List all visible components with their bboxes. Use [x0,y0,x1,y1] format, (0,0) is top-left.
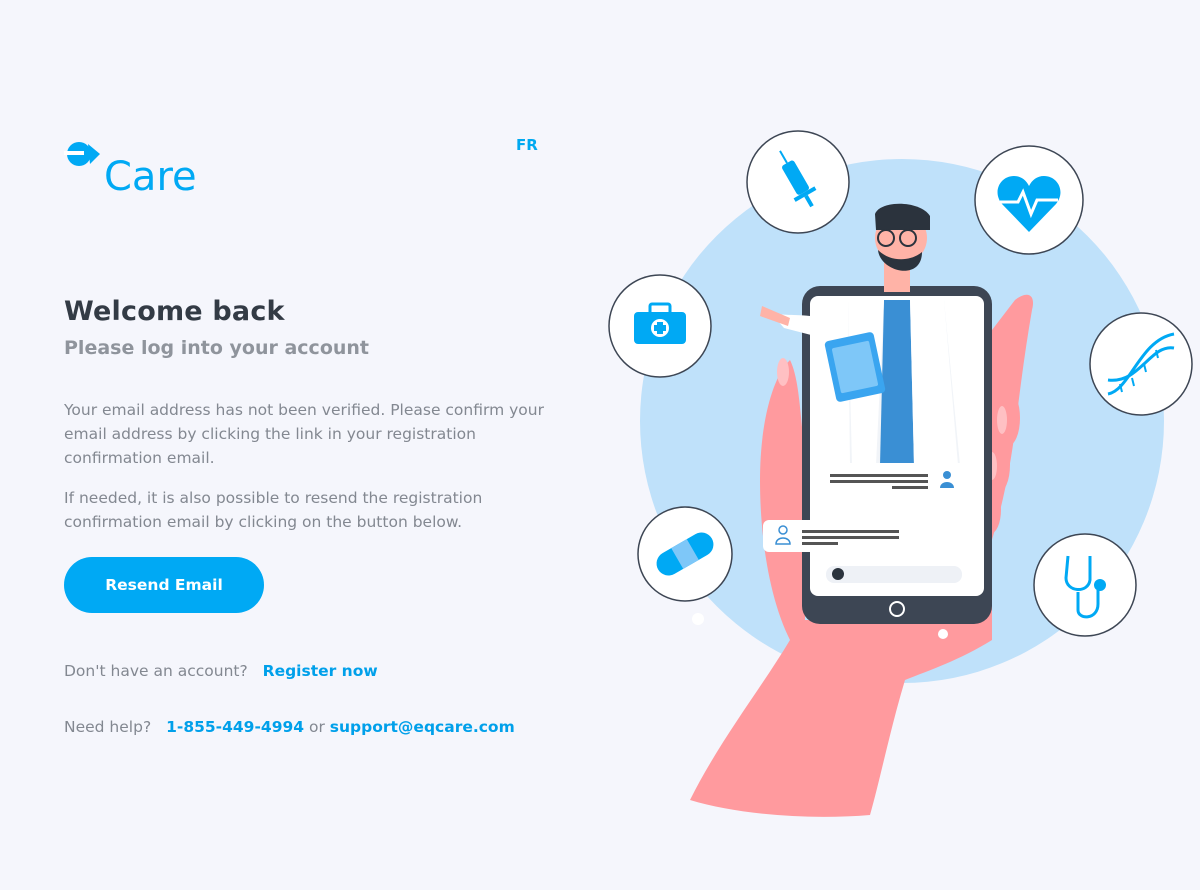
page-title: Welcome back [64,296,285,327]
stethoscope-icon [1033,533,1137,637]
verification-message: Your email address has not been verified… [64,401,544,467]
telemedicine-illustration [600,120,1200,830]
eqcare-logo: Care [62,140,202,200]
register-row: Don't have an account? Register now [64,662,378,680]
resend-instructions: If needed, it is also possible to resend… [64,489,483,531]
help-prompt: Need help? [64,718,152,736]
register-prompt: Don't have an account? [64,662,248,680]
language-toggle-fr[interactable]: FR [516,136,538,154]
phone-link[interactable]: 1-855-449-4994 [166,718,304,736]
bandage-icon [637,506,733,602]
register-now-link[interactable]: Register now [263,662,378,680]
syringe-icon [746,130,850,234]
support-email-link[interactable]: support@eqcare.com [330,718,515,736]
dna-icon [1089,312,1193,416]
help-row: Need help? 1-855-449-4994 or support@eqc… [64,718,515,736]
first-aid-kit-icon [608,274,712,378]
help-or: or [308,718,325,736]
heart-pulse-icon [974,145,1084,255]
page-subtitle: Please log into your account [64,337,370,359]
logo-text: Care [104,154,197,196]
resend-email-button[interactable]: Resend Email [64,557,264,613]
